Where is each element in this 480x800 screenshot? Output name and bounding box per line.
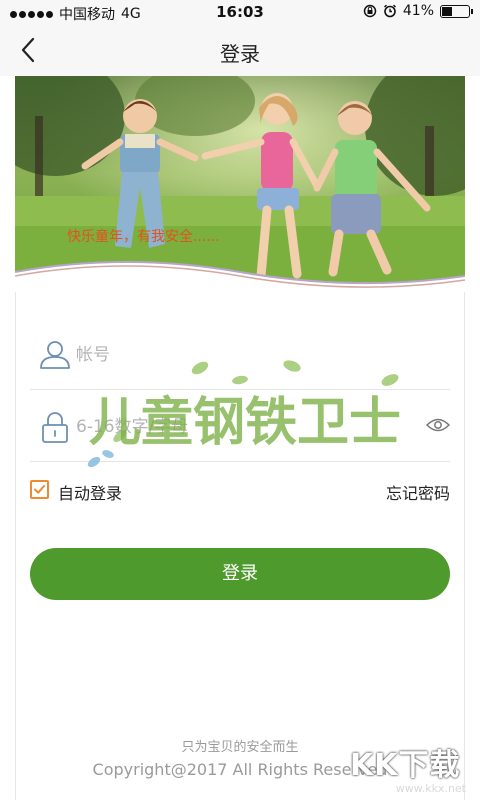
password-row	[30, 390, 450, 462]
banner-slogan: 快乐童年，有我安全......	[67, 229, 220, 245]
page-title: 登录	[220, 42, 260, 66]
right-border	[464, 292, 465, 800]
battery-icon	[440, 4, 473, 18]
site-logo-text: KK下载	[350, 748, 461, 783]
password-input[interactable]	[76, 412, 406, 442]
options-row: 自动登录 忘记密码	[30, 478, 450, 504]
rotation-lock-icon	[363, 4, 377, 18]
user-icon	[40, 341, 70, 369]
site-logo: KK下载 www.kkx.net	[350, 740, 466, 796]
site-logo-url: www.kkx.net	[395, 782, 466, 795]
status-bar: 中国移动 4G 16:03 41%	[0, 0, 480, 24]
battery-percent: 41%	[402, 3, 434, 19]
checkmark-icon	[34, 485, 45, 494]
account-input[interactable]	[76, 340, 406, 370]
nav-bar: 登录	[0, 24, 480, 76]
login-button[interactable]: 登录	[30, 548, 450, 600]
auto-login-label[interactable]: 自动登录	[58, 480, 122, 504]
alarm-icon	[383, 4, 396, 18]
account-row	[30, 318, 450, 390]
children-playing-illustration	[15, 76, 465, 292]
left-border	[15, 292, 16, 800]
lock-icon	[42, 412, 68, 443]
banner-image: 快乐童年，有我安全......	[15, 76, 465, 292]
forgot-password-link[interactable]: 忘记密码	[386, 480, 450, 504]
eye-icon[interactable]	[426, 416, 450, 434]
auto-login-checkbox[interactable]	[30, 480, 49, 499]
status-right: 41%	[363, 3, 473, 19]
battery-fill	[442, 6, 452, 16]
